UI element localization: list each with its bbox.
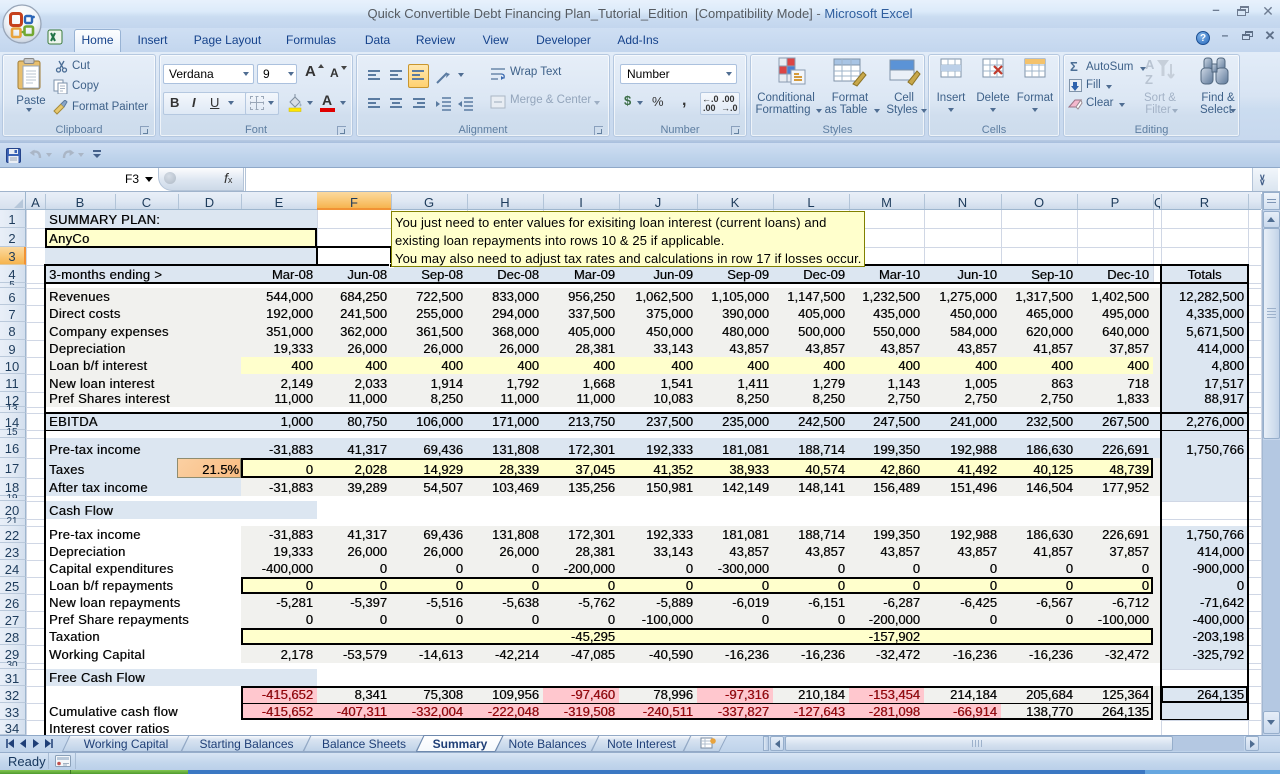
svg-text:Z: Z	[1145, 72, 1153, 87]
svg-text:A: A	[1145, 57, 1155, 72]
